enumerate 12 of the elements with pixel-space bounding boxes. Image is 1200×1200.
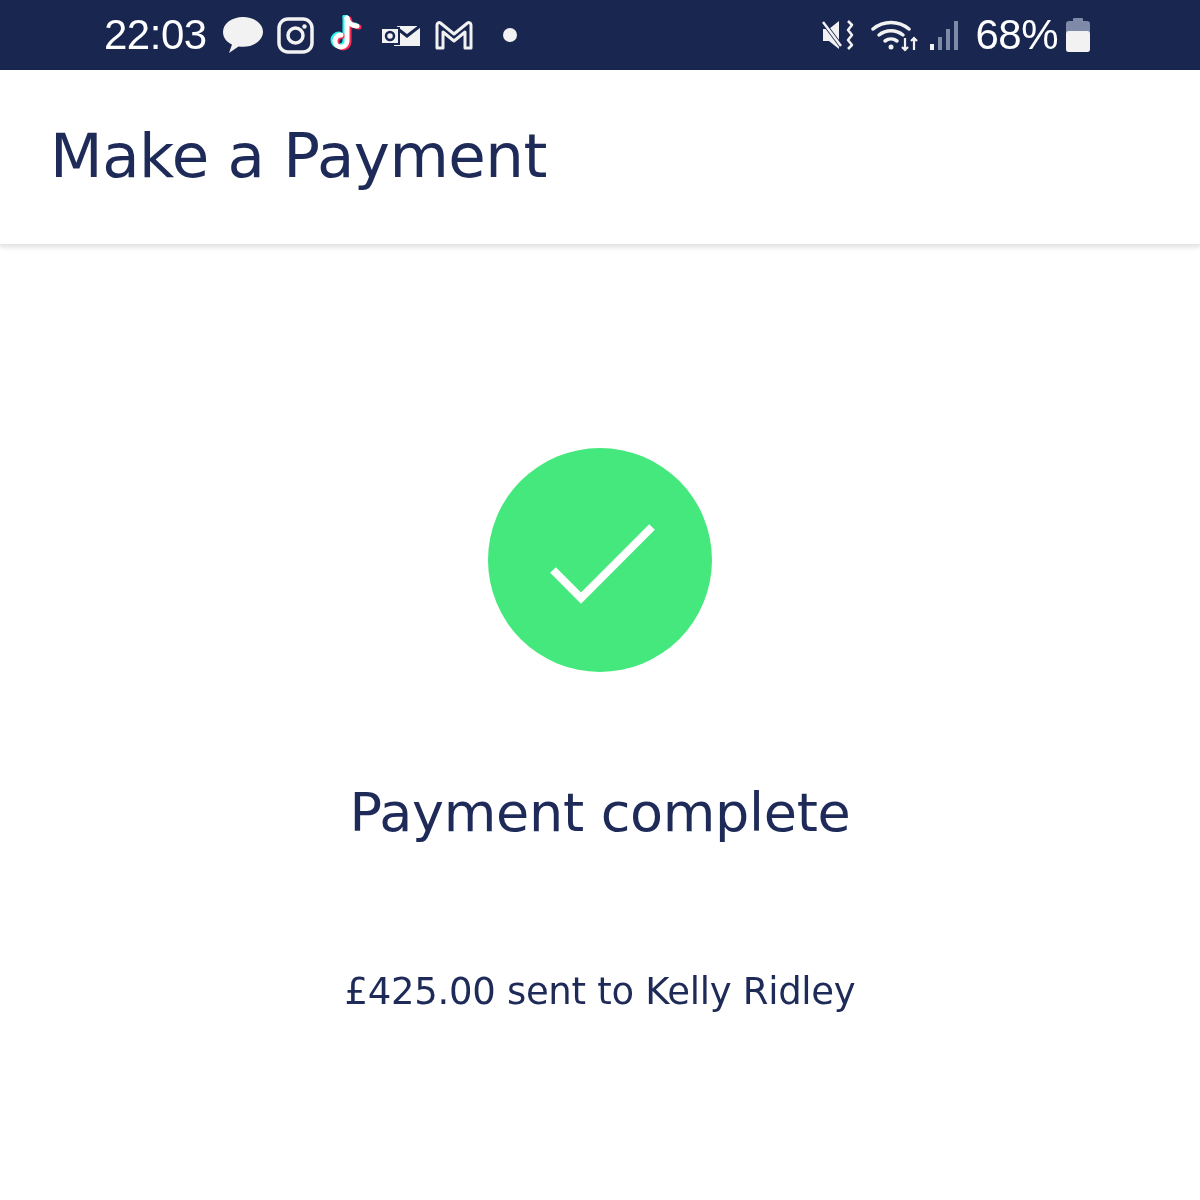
confirmation-title: Payment complete [349,781,851,846]
success-check-icon [488,448,712,672]
status-time: 22:03 [104,14,207,56]
battery-icon [1066,18,1090,52]
signal-bars-icon [929,20,960,50]
chat-bubble-icon [221,16,264,54]
confirmation-message: £425.00 sent to Kelly Ridley [344,969,856,1015]
battery-percentage: 68% [975,14,1058,56]
m-logo-icon [433,19,474,51]
camera-outline-icon [276,16,314,54]
wifi-icon [871,18,920,52]
notification-dot-icon [502,28,517,42]
